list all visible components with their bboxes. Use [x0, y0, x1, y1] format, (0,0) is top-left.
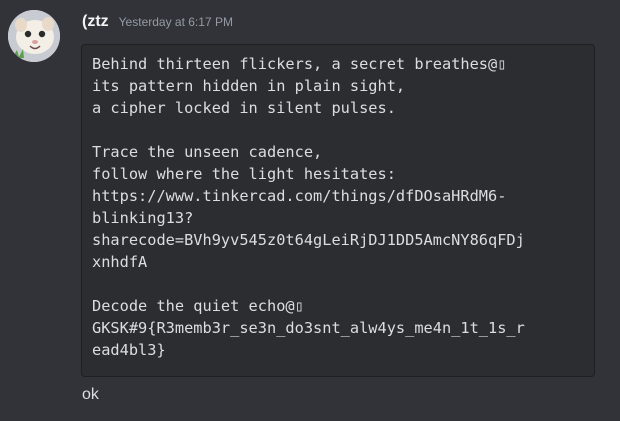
username[interactable]: (ztz: [82, 13, 109, 31]
code-line: Decode the quiet echo@▯: [92, 297, 304, 315]
code-line: follow where the light hesitates:: [92, 165, 396, 183]
message-header: (ztz Yesterday at 6:17 PM: [82, 13, 233, 33]
user-avatar[interactable]: [8, 10, 60, 62]
code-line: a cipher locked in silent pulses.: [92, 99, 396, 117]
code-line: Trace the unseen cadence,: [92, 143, 323, 161]
code-line: https://www.tinkercad.com/things/dfDOsaH…: [92, 187, 507, 205]
code-line: sharecode=BVh9yv545z0t64gLeiRjDJ1DD5AmcN…: [92, 231, 525, 249]
code-line: its pattern hidden in plain sight,: [92, 77, 406, 95]
code-line: blinking13?: [92, 209, 194, 227]
code-block: Behind thirteen flickers, a secret breat…: [81, 44, 595, 377]
code-line: Behind thirteen flickers, a secret breat…: [92, 55, 507, 73]
timestamp[interactable]: Yesterday at 6:17 PM: [119, 15, 233, 29]
code-line: xnhdfA: [92, 253, 148, 271]
code-line: GKSK#9{R3memb3r_se3n_do3snt_alw4ys_me4n_…: [92, 319, 525, 337]
cat-avatar-icon: [8, 10, 60, 62]
message-text: ok: [82, 386, 99, 403]
code-line: ead4bl3}: [92, 341, 166, 359]
code-block-text: Behind thirteen flickers, a secret breat…: [92, 53, 594, 361]
